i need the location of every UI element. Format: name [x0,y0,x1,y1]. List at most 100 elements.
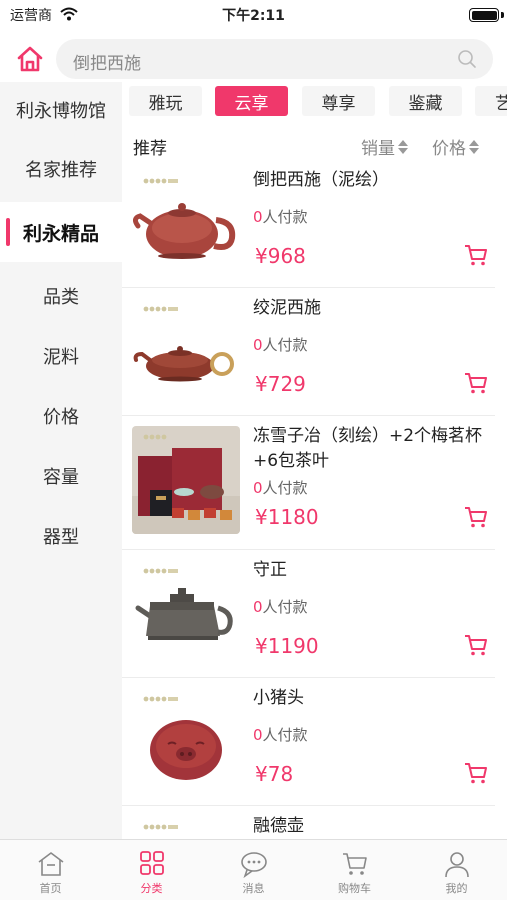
sidebar-item-capacity[interactable]: 容量 [0,448,122,504]
nav-label: 我的 [445,882,468,895]
sub-category-tabs: 雅玩 云享 尊享 鉴藏 艺 [122,84,507,118]
status-time: 下午2:11 [222,8,285,24]
product-title: 倒把西施（泥绘） [253,170,389,190]
sort-price-label: 价格 [432,139,466,159]
tab-label: 鉴藏 [408,93,443,114]
product-card[interactable]: 守正 0人付款 ¥1190 [122,550,507,678]
product-card[interactable]: 冻雪子冶（刻绘）+2个梅茗杯+6包茶叶 0人付款 ¥1180 [122,416,507,550]
sidebar-item-master-recommend[interactable]: 名家推荐 [0,141,122,197]
product-image [132,426,240,534]
bottom-tab-bar: 首页 分类 消息 购物车 我的 [0,839,507,900]
pig-head-image [132,688,240,796]
product-sold: 0人付款 [253,206,308,227]
home-button[interactable] [12,41,48,77]
product-title: 融德壶 [253,816,304,836]
search-placeholder: 倒把西施 [73,54,141,74]
teapot-image [132,298,240,406]
product-sold: 0人付款 [253,477,308,498]
sidebar-item-price[interactable]: 价格 [0,388,122,444]
sidebar-item-shape[interactable]: 器型 [0,508,122,564]
sidebar-item-label: 名家推荐 [25,160,97,181]
sidebar-item-label: 容量 [43,467,79,488]
teapot-image [132,560,240,668]
product-image [132,816,240,839]
tab-zunxiang[interactable]: 尊享 [302,86,375,116]
sold-count: 0 [253,336,263,354]
sidebar-item-label: 价格 [43,407,79,428]
tab-yunxiang[interactable]: 云享 [215,86,288,116]
product-price: ¥729 [255,372,306,396]
product-image [132,688,240,796]
sort-bar: 推荐 销量 价格 [122,128,507,160]
teapot-image [132,816,240,839]
gift-set-image [132,426,240,534]
sidebar-item-category[interactable]: 品类 [0,268,122,324]
sidebar-item-label: 泥料 [43,347,79,368]
search-icon[interactable] [457,49,477,69]
nav-label: 消息 [242,882,265,895]
header: 倒把西施 [0,36,507,82]
product-card[interactable]: 绞泥西施 0人付款 ¥729 [122,288,507,416]
sold-suffix: 人付款 [262,598,308,616]
product-sold: 0人付款 [253,596,308,617]
sidebar-item-boutique[interactable]: 利永精品 [0,202,122,262]
tab-label: 尊享 [321,93,356,114]
product-card[interactable]: 倒把西施（泥绘） 0人付款 ¥968 [122,160,507,288]
sidebar-item-museum[interactable]: 利永博物馆 [0,82,122,138]
message-bubble-icon [241,852,267,878]
battery-tip [501,12,504,18]
add-to-cart-icon[interactable] [463,370,489,396]
product-price: ¥78 [255,762,294,786]
active-indicator [6,218,10,246]
sidebar-item-label: 器型 [43,527,79,548]
sidebar-item-label: 品类 [43,287,79,308]
sidebar-item-clay[interactable]: 泥料 [0,328,122,384]
person-icon [445,852,469,878]
add-to-cart-icon[interactable] [463,504,489,530]
product-image [132,298,240,406]
nav-profile[interactable]: 我的 [406,840,507,900]
sold-count: 0 [253,598,263,616]
product-title: 冻雪子冶（刻绘）+2个梅茗杯+6包茶叶 [253,426,483,471]
add-to-cart-icon[interactable] [463,632,489,658]
add-to-cart-icon[interactable] [463,242,489,268]
category-sidebar: 利永博物馆 名家推荐 利永精品 品类 泥料 价格 容量 器型 [0,82,122,839]
product-card[interactable]: 小猪头 0人付款 ¥78 [122,678,507,806]
tab-jiancang[interactable]: 鉴藏 [389,86,462,116]
tab-yawan[interactable]: 雅玩 [129,86,202,116]
sold-suffix: 人付款 [262,208,308,226]
tab-label: 艺 [495,93,507,114]
sold-suffix: 人付款 [262,726,308,744]
teapot-image [132,170,240,278]
sort-price-button[interactable]: 价格 [432,134,479,159]
sort-arrows-icon [398,139,408,154]
sold-suffix: 人付款 [262,336,308,354]
home-outline-icon [38,852,64,876]
sidebar-item-label: 利永博物馆 [16,101,106,122]
tab-yi[interactable]: 艺 [475,86,507,116]
status-bar: 运营商 下午2:11 [0,0,507,30]
sold-count: 0 [253,726,263,744]
nav-label: 首页 [39,882,62,895]
nav-messages[interactable]: 消息 [203,840,304,900]
search-input[interactable]: 倒把西施 [56,39,493,79]
nav-cart[interactable]: 购物车 [304,840,405,900]
sold-count: 0 [253,479,263,497]
add-to-cart-icon[interactable] [463,760,489,786]
product-price: ¥968 [255,244,306,268]
battery-icon [469,8,499,22]
sidebar-item-label: 利永精品 [22,222,99,245]
sort-sales-button[interactable]: 销量 [361,134,408,159]
product-title: 守正 [253,560,287,580]
sold-count: 0 [253,208,263,226]
product-title: 小猪头 [253,688,304,708]
sort-recommend[interactable]: 推荐 [133,134,167,159]
nav-home[interactable]: 首页 [0,840,101,900]
sold-suffix: 人付款 [262,479,308,497]
nav-label: 购物车 [338,882,371,895]
home-icon [17,46,43,72]
product-sold: 0人付款 [253,724,308,745]
tab-label: 云享 [234,93,269,114]
product-card[interactable]: 融德壶 [122,806,507,839]
nav-category[interactable]: 分类 [101,840,202,900]
